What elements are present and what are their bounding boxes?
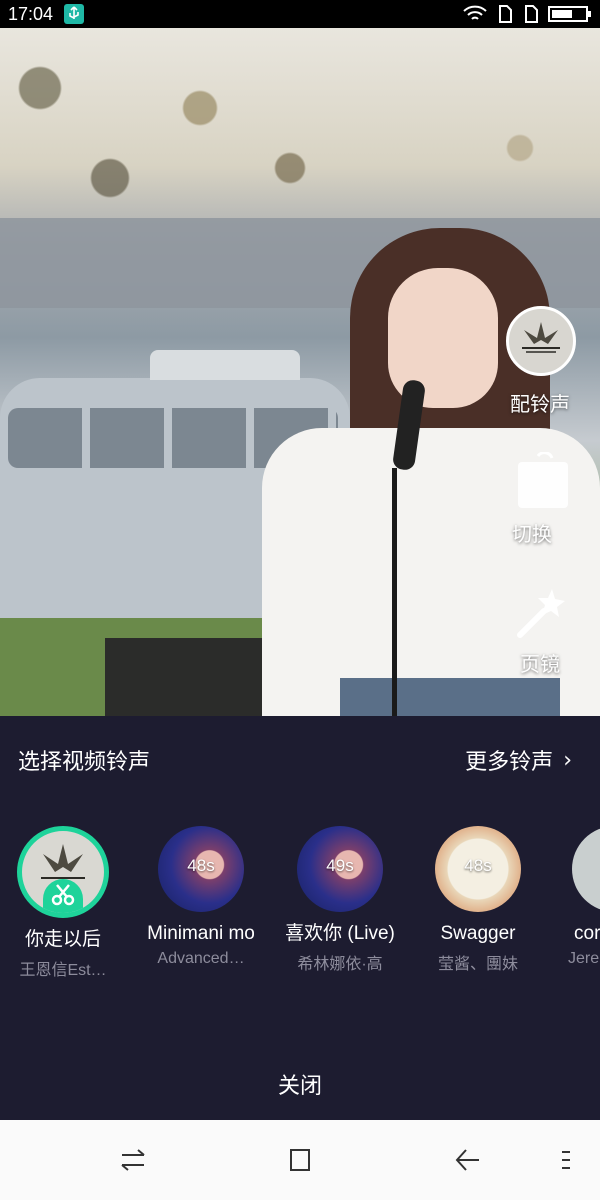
- wifi-icon: [463, 5, 487, 20]
- track-artist: 莹酱、團妹: [437, 956, 518, 973]
- usb-icon: [64, 4, 84, 24]
- track-cover: 48s: [158, 826, 244, 912]
- leaf-logo-icon: [522, 322, 560, 353]
- track-title: cor: [574, 923, 600, 944]
- singer-jeans: [340, 678, 560, 716]
- close-button[interactable]: 关闭: [0, 1068, 600, 1100]
- ringtone-item[interactable]: 49s 喜欢你 (Live) 希林娜依·高: [280, 826, 400, 974]
- mic-stand: [392, 468, 397, 716]
- track-artist: 希林娜依·高: [297, 956, 383, 973]
- switch-apps-icon[interactable]: [118, 1146, 148, 1178]
- status-icons: [462, 4, 592, 24]
- ringtone-item[interactable]: 48s Swagger 莹酱、團妹: [418, 826, 538, 974]
- ringtone-disc-button[interactable]: [506, 306, 576, 376]
- track-cover: [572, 826, 600, 912]
- track-cover: [17, 826, 109, 918]
- magic-wand-icon[interactable]: [514, 585, 570, 645]
- more-ringtones-label: 更多铃声: [465, 750, 554, 775]
- navigation-bar: [0, 1120, 600, 1200]
- track-duration: 48s: [464, 856, 492, 875]
- ringtone-list[interactable]: 你走以后 王恩信Est… 48s Minimani mo Advanced… 4…: [0, 826, 600, 1016]
- sheet-title: 选择视频铃声: [18, 750, 151, 775]
- track-duration: 48s: [187, 856, 215, 875]
- track-artist: Jere: [568, 950, 600, 967]
- switch-label[interactable]: 切换: [512, 518, 552, 547]
- sim1-icon: [499, 5, 512, 23]
- track-cover: 48s: [435, 826, 521, 912]
- ringtone-item[interactable]: 48s Minimani mo Advanced…: [141, 826, 261, 968]
- home-icon[interactable]: [287, 1146, 313, 1178]
- sim2-icon: [525, 5, 538, 23]
- track-title: Minimani mo: [147, 923, 255, 944]
- ringtone-sheet: 选择视频铃声 更多铃声 › 你走以后 王恩信Est… 48s Minimani …: [0, 716, 600, 1120]
- battery-icon: [548, 6, 591, 22]
- back-icon[interactable]: [453, 1146, 483, 1178]
- status-time: 17:04: [8, 4, 54, 24]
- track-artist: 王恩信Est…: [19, 962, 107, 979]
- switch-icon[interactable]: [516, 451, 572, 514]
- background-trees: [0, 28, 600, 228]
- ringtone-item[interactable]: cor Jere: [556, 826, 600, 968]
- video-preview[interactable]: [0, 28, 600, 716]
- status-bar: 17:04: [0, 0, 600, 28]
- track-title: Swagger: [440, 923, 516, 944]
- track-cover: 49s: [297, 826, 383, 912]
- track-title: 你走以后: [24, 929, 101, 950]
- track-duration: 49s: [326, 856, 354, 875]
- menu-icon[interactable]: [560, 1146, 572, 1178]
- ringtone-item[interactable]: 你走以后 王恩信Est…: [3, 826, 123, 980]
- effect-label[interactable]: 页镜: [520, 648, 560, 677]
- track-artist: Advanced…: [157, 950, 245, 967]
- ringtone-label[interactable]: 配铃声: [510, 388, 570, 417]
- scissors-icon[interactable]: [43, 879, 83, 913]
- chevron-right-icon: ›: [563, 747, 572, 773]
- track-title: 喜欢你 (Live): [285, 923, 395, 944]
- more-ringtones-link[interactable]: 更多铃声 ›: [465, 744, 572, 776]
